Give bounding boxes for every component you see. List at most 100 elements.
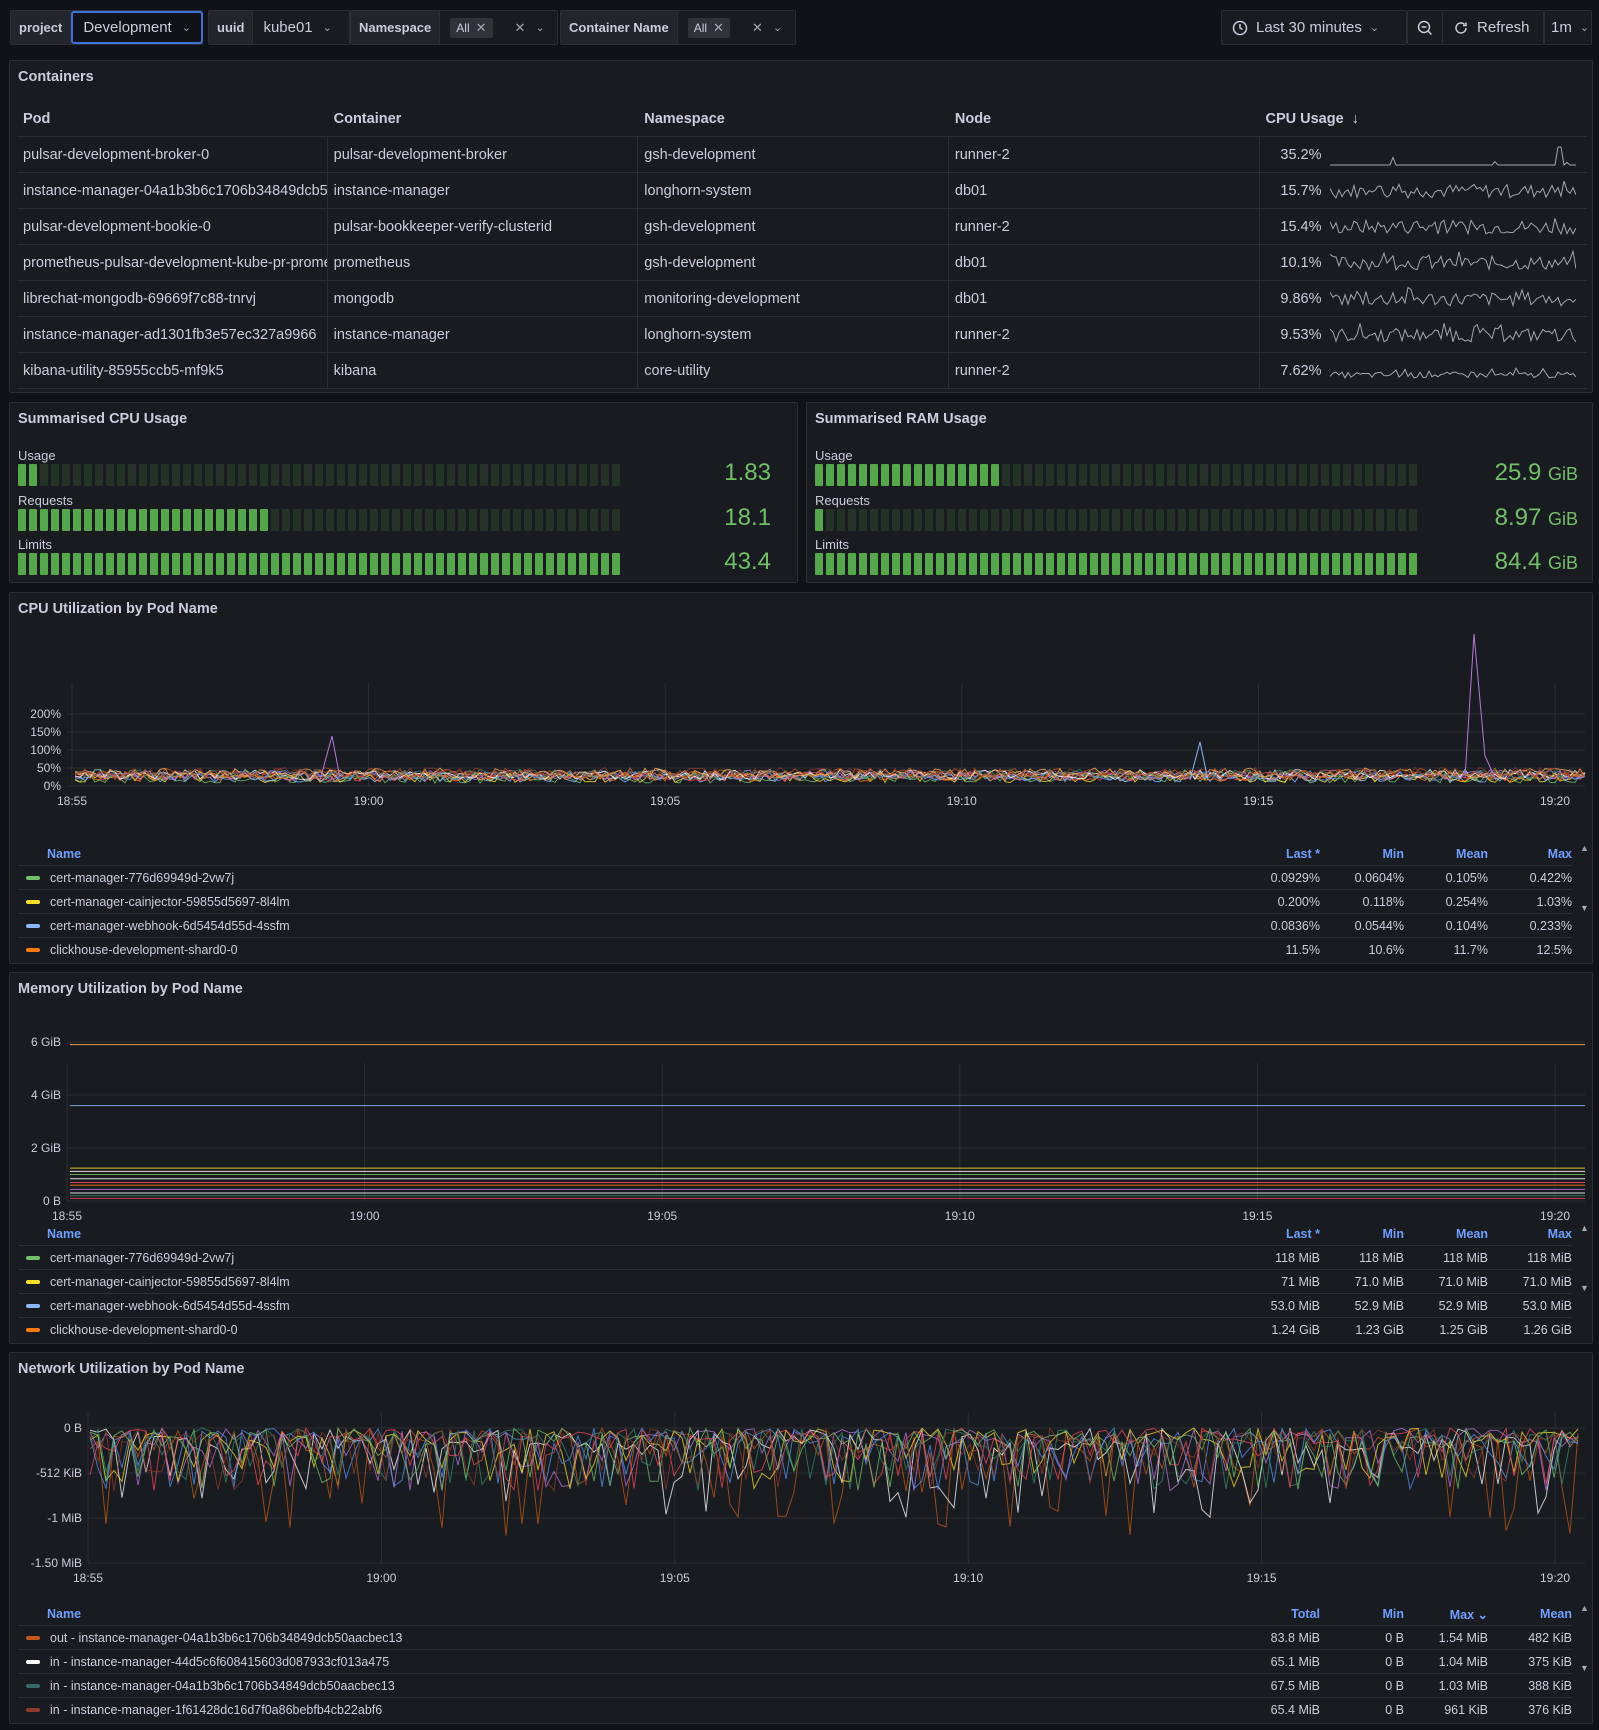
gauge-segment bbox=[1079, 553, 1087, 575]
clock-icon bbox=[1232, 20, 1248, 35]
refresh-button[interactable]: Refresh bbox=[1442, 10, 1544, 45]
gauge-segment bbox=[1255, 509, 1263, 531]
gauge-segment bbox=[172, 509, 180, 531]
scrollbar[interactable]: ▲ ▼ bbox=[1580, 1603, 1589, 1673]
gauge-segment bbox=[238, 464, 246, 486]
scrollbar[interactable]: ▲ ▼ bbox=[1580, 843, 1589, 913]
sort-desc-icon: ↓ bbox=[1351, 110, 1359, 127]
gauge-segment bbox=[1123, 553, 1131, 575]
table-row[interactable]: instance-manager-04a1b3b6c1706b34849dcb5… bbox=[17, 173, 1587, 209]
cell-namespace: gsh-development bbox=[638, 209, 949, 244]
legend-column-header[interactable]: Last * bbox=[1236, 847, 1320, 861]
legend-value: 1.24 GiB bbox=[1271, 1322, 1320, 1337]
clear-icon[interactable]: ✕ bbox=[515, 20, 526, 36]
legend-column-header[interactable]: Min bbox=[1320, 1607, 1404, 1621]
series-name: cert-manager-776d69949d-2vw7j bbox=[50, 870, 235, 885]
legend-column-header[interactable]: Max bbox=[1488, 1227, 1572, 1241]
legend-column-header[interactable]: Mean bbox=[1404, 847, 1488, 861]
cpu-timeseries-chart[interactable]: 200% 150% 100% 50% 0%18:55 19:00 19:05 19:10 19:… bbox=[10, 633, 1594, 843]
table-row[interactable]: prometheus-pulsar-development-kube-pr-pr… bbox=[17, 245, 1587, 281]
zoom-out-button[interactable] bbox=[1407, 10, 1443, 45]
namespace-select[interactable]: All ✕ ✕ ⌄ bbox=[440, 11, 554, 44]
container-name-select[interactable]: All ✕ ✕ ⌄ bbox=[678, 11, 792, 44]
clear-icon[interactable]: ✕ bbox=[752, 20, 763, 36]
legend-item[interactable]: clickhouse-development-shard0-0 11.5% 10.6… bbox=[18, 937, 1572, 961]
legend-item[interactable]: in - instance-manager-44d5c6f608415603d0… bbox=[18, 1649, 1572, 1673]
legend-item[interactable]: cert-manager-webhook-6d5454d55d-4ssfm 53.… bbox=[18, 1293, 1572, 1317]
scrollbar[interactable]: ▲ ▼ bbox=[1580, 1223, 1589, 1293]
table-row[interactable]: kibana-utility-85955ccb5-mf9k5 kibana core… bbox=[17, 353, 1587, 389]
refresh-interval-select[interactable]: 1m ⌄ bbox=[1544, 10, 1592, 45]
column-header-container[interactable]: Container bbox=[328, 101, 639, 136]
sparkline-path bbox=[1329, 249, 1576, 271]
legend-column-header[interactable]: Last * bbox=[1236, 1227, 1320, 1241]
gauge-segment bbox=[491, 509, 499, 531]
gauge-segment bbox=[958, 509, 966, 531]
legend-name: cert-manager-cainjector-59855d5697-8l4lm bbox=[18, 895, 1236, 909]
gauge-segment bbox=[480, 553, 488, 575]
gauge-segment bbox=[1068, 553, 1076, 575]
gauge-segment bbox=[1101, 553, 1109, 575]
network-timeseries-chart[interactable]: 0 B -512 KiB -1 MiB -1.50 MiB18:55 19:00 19:0… bbox=[10, 1393, 1594, 1603]
cell-pod: instance-manager-04a1b3b6c1706b34849dcb5… bbox=[17, 173, 328, 208]
column-header-pod[interactable]: Pod bbox=[17, 101, 328, 136]
remove-chip-icon[interactable]: ✕ bbox=[476, 20, 487, 36]
table-row[interactable]: librechat-mongodb-69669f7c88-tnrvj mongod… bbox=[17, 281, 1587, 317]
gauge-segment bbox=[502, 509, 510, 531]
legend-column-header[interactable]: Mean bbox=[1488, 1607, 1572, 1621]
legend-column-header[interactable]: Max ⌄ bbox=[1404, 1607, 1488, 1622]
legend-column-header[interactable]: Name bbox=[18, 1227, 1236, 1241]
gauge-segment bbox=[282, 509, 290, 531]
gauge-segment bbox=[414, 464, 422, 486]
namespace-chip[interactable]: All ✕ bbox=[450, 17, 493, 38]
gauge-segment bbox=[1244, 464, 1252, 486]
gauge-segment bbox=[925, 509, 933, 531]
table-row[interactable]: pulsar-development-broker-0 pulsar-develo… bbox=[17, 137, 1587, 173]
gauge-segment bbox=[1013, 509, 1021, 531]
gauge-segment bbox=[590, 553, 598, 575]
legend-column-header[interactable]: Min bbox=[1320, 847, 1404, 861]
legend-column-header[interactable]: Name bbox=[18, 1607, 1236, 1621]
gauge-segment bbox=[1365, 464, 1373, 486]
legend-item[interactable]: cert-manager-776d69949d-2vw7j 0.0929% 0.06… bbox=[18, 865, 1572, 889]
uuid-select[interactable]: kube01 ⌄ bbox=[253, 11, 341, 44]
legend-value: 71.0 MiB bbox=[1438, 1274, 1488, 1289]
legend-column-header[interactable]: Max bbox=[1488, 847, 1572, 861]
legend-item[interactable]: cert-manager-776d69949d-2vw7j 118 MiB 118 … bbox=[18, 1245, 1572, 1269]
time-picker-button[interactable]: Last 30 minutes ⌄ bbox=[1221, 10, 1407, 45]
gauge-segment bbox=[1398, 509, 1406, 531]
gauge-segment bbox=[205, 509, 213, 531]
legend-column-header[interactable]: Name bbox=[18, 847, 1236, 861]
legend-item[interactable]: cert-manager-cainjector-59855d5697-8l4lm… bbox=[18, 1269, 1572, 1293]
legend-item[interactable]: cert-manager-cainjector-59855d5697-8l4lm… bbox=[18, 889, 1572, 913]
table-row[interactable]: pulsar-development-bookie-0 pulsar-bookke… bbox=[17, 209, 1587, 245]
legend-item[interactable]: out - instance-manager-04a1b3b6c1706b348… bbox=[18, 1625, 1572, 1649]
legend-item[interactable]: clickhouse-development-shard0-0 1.24 GiB 1… bbox=[18, 1317, 1572, 1341]
gauge-segment bbox=[848, 464, 856, 486]
legend-column-header[interactable]: Min bbox=[1320, 1227, 1404, 1241]
column-header-cpu-usage[interactable]: CPU Usage ↓ bbox=[1260, 101, 1588, 136]
legend-item[interactable]: in - instance-manager-1f61428dc16d7f0a86… bbox=[18, 1697, 1572, 1721]
gauge-segment bbox=[304, 464, 312, 486]
gauge-segment bbox=[381, 464, 389, 486]
gauge-segment bbox=[969, 553, 977, 575]
legend-item[interactable]: in - instance-manager-04a1b3b6c1706b3484… bbox=[18, 1673, 1572, 1697]
gauge-segment bbox=[458, 553, 466, 575]
gauge-label: Requests bbox=[18, 493, 73, 508]
legend-header: Name Last * Min Mean Max bbox=[18, 1223, 1572, 1245]
gauge-segment bbox=[969, 509, 977, 531]
gauge-segment bbox=[51, 464, 59, 486]
memory-timeseries-chart[interactable]: 6 GiB 4 GiB 2 GiB 0 B18:55 19:00 19:05 19:10 19… bbox=[10, 1013, 1594, 1223]
remove-chip-icon[interactable]: ✕ bbox=[713, 20, 724, 36]
container-chip[interactable]: All ✕ bbox=[687, 17, 730, 38]
legend-column-header[interactable]: Total bbox=[1236, 1607, 1320, 1621]
sparkline-path bbox=[1329, 146, 1576, 166]
gauge-segment bbox=[216, 553, 224, 575]
table-row[interactable]: instance-manager-ad1301fb3e57ec327a9966 i… bbox=[17, 317, 1587, 353]
legend-item[interactable]: cert-manager-webhook-6d5454d55d-4ssfm 0.0… bbox=[18, 913, 1572, 937]
legend-column-header[interactable]: Mean bbox=[1404, 1227, 1488, 1241]
column-header-node[interactable]: Node bbox=[949, 101, 1260, 136]
gauge-segment bbox=[1321, 464, 1329, 486]
project-select[interactable]: Development ⌄ bbox=[71, 11, 203, 44]
column-header-namespace[interactable]: Namespace bbox=[638, 101, 949, 136]
